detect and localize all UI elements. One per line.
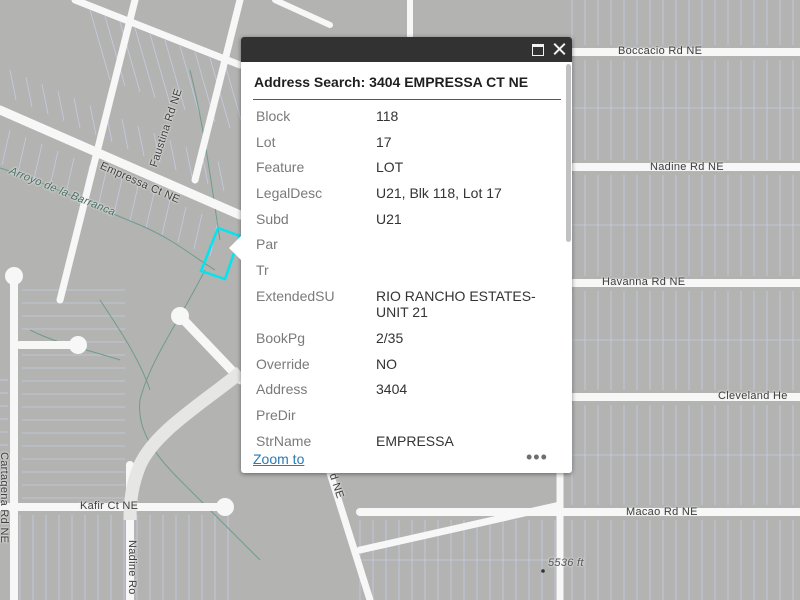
elevation-point-icon (541, 569, 545, 573)
cul-de-sac (171, 307, 189, 325)
cul-de-sac (5, 267, 23, 285)
attribute-row: StrName EMPRESSA (253, 433, 546, 450)
attribute-value (376, 236, 546, 262)
attribute-key: Feature (256, 159, 305, 176)
street-label-cartagena: Cartagena Rd NE (0, 452, 10, 544)
attribute-value: RIO RANCHO ESTATES-UNIT 21 (376, 287, 536, 320)
street-label-nadine-east: Nadine Rd NE (650, 161, 724, 173)
attribute-row: Override NO (253, 356, 546, 382)
cul-de-sac (69, 336, 87, 354)
attribute-value (376, 407, 546, 433)
attribute-row: Feature LOT (253, 159, 546, 185)
attribute-value: 3404 (376, 381, 408, 398)
attribute-key: Override (256, 355, 310, 372)
attribute-key: ExtendedSU (256, 287, 335, 304)
attribute-value: U21 (376, 210, 402, 227)
close-button[interactable] (551, 40, 569, 58)
street-label-cleveland: Cleveland He (718, 390, 788, 402)
popup-title: Address Search: 3404 EMPRESSA CT NE (253, 62, 561, 100)
attribute-key: Address (256, 381, 308, 398)
info-popup: Address Search: 3404 EMPRESSA CT NE Bloc… (229, 37, 572, 473)
attribute-key: Lot (256, 133, 276, 150)
maximize-button[interactable] (529, 40, 547, 58)
street-label-macao: Macao Rd NE (626, 506, 698, 518)
attribute-value (376, 262, 546, 288)
elevation-label: 5536 ft (548, 557, 584, 569)
attribute-row: ExtendedSU RIO RANCHO ESTATES-UNIT 21 (253, 288, 546, 330)
cul-de-sac (216, 498, 234, 516)
attribute-row: PreDir (253, 407, 546, 433)
attribute-key: StrName (256, 432, 312, 449)
zoom-to-link[interactable]: Zoom to (253, 451, 304, 467)
attribute-row: Subd U21 (253, 211, 546, 237)
attribute-key: Tr (256, 262, 269, 279)
attribute-key: Block (256, 108, 291, 124)
attribute-key: PreDir (256, 406, 296, 423)
street-label-havanna: Havanna Rd NE (602, 276, 686, 288)
attribute-value: U21, Blk 118, Lot 17 (376, 185, 502, 202)
popup-pointer (229, 234, 243, 262)
attribute-row: LegalDesc U21, Blk 118, Lot 17 (253, 185, 546, 211)
popup-header (241, 37, 572, 62)
attribute-value: 118 (376, 108, 399, 124)
popup-scrollbar[interactable] (564, 62, 572, 448)
attribute-key: Subd (256, 210, 289, 227)
attribute-row: Address 3404 (253, 381, 546, 407)
attribute-value: EMPRESSA (376, 432, 454, 449)
attribute-value: 17 (376, 133, 392, 150)
attribute-row: Tr (253, 262, 546, 288)
popup-footer: Zoom to ••• (253, 447, 553, 471)
attribute-table: Block 118 Lot 17 Feature LOT LegalDesc U21, Blk… (253, 108, 546, 450)
attribute-row: BookPg 2/35 (253, 330, 546, 356)
scrollbar-thumb[interactable] (566, 64, 571, 242)
attribute-row: Lot 17 (253, 134, 546, 160)
attribute-value: 2/35 (376, 329, 404, 346)
street-label-boccacio: Boccacio Rd NE (618, 45, 703, 57)
attribute-key: Par (256, 236, 278, 253)
attribute-row: Par (253, 236, 546, 262)
attribute-row: Block 118 (253, 108, 546, 134)
attribute-key: LegalDesc (256, 185, 323, 202)
attribute-value: LOT (376, 159, 404, 176)
ellipsis-icon[interactable]: ••• (526, 447, 548, 468)
maximize-icon (532, 44, 544, 56)
popup-content[interactable]: Address Search: 3404 EMPRESSA CT NE Bloc… (253, 62, 565, 450)
street-label-nadine-south: Nadine Ro (126, 540, 138, 595)
attribute-key: BookPg (256, 329, 306, 346)
street-label-kafir: Kafir Ct NE (80, 500, 139, 512)
attribute-value: NO (376, 355, 397, 372)
